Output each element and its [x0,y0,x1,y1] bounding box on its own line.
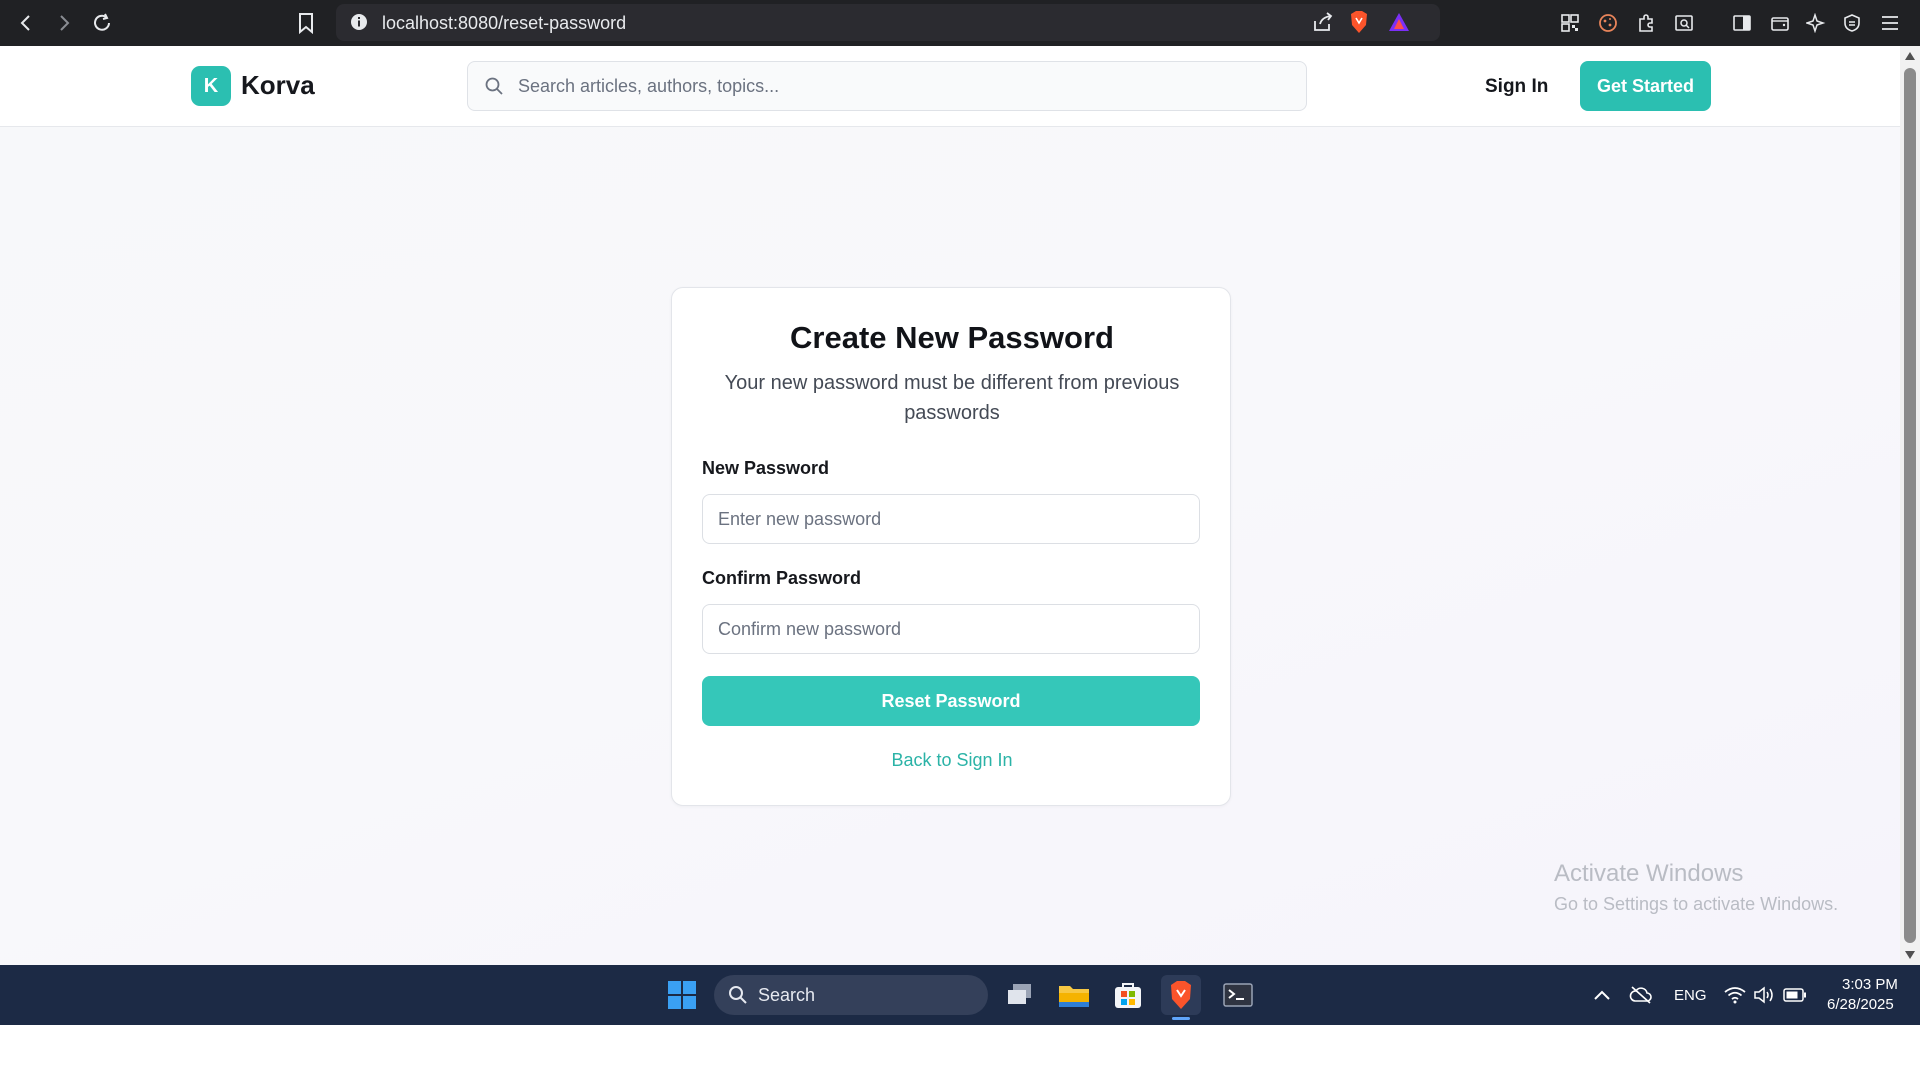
logo-badge[interactable]: K [191,66,231,106]
activation-watermark-title: Activate Windows [1554,860,1744,887]
scroll-down-icon[interactable] [1905,951,1915,959]
taskbar-search[interactable]: Search [714,975,988,1015]
wallet-icon[interactable] [1766,9,1794,37]
forward-icon[interactable] [46,5,82,41]
sidebar-icon[interactable] [1728,9,1756,37]
show-hidden-icons-icon[interactable] [1582,975,1622,1015]
page-title: Create New Password [790,320,1114,355]
address-bar[interactable]: localhost:8080/reset-password [336,4,1440,41]
terminal-icon[interactable] [1218,975,1258,1015]
vpn-shield-icon[interactable] [1838,9,1866,37]
site-search [467,61,1307,111]
battery-icon[interactable] [1775,975,1815,1015]
url-text[interactable]: localhost:8080/reset-password [382,13,626,34]
active-app-indicator [1172,1017,1190,1020]
taskbar-search-label: Search [758,985,816,1005]
language-indicator[interactable]: ENG [1674,987,1707,1004]
leo-ai-icon[interactable] [1802,9,1830,37]
activation-watermark-subtitle: Go to Settings to activate Windows. [1554,894,1839,914]
clock-date[interactable]: 6/28/2025 [1827,996,1894,1013]
logo-text[interactable]: Korva [241,70,315,101]
brave-browser-taskbar-icon[interactable] [1161,975,1201,1015]
windows-start-icon[interactable] [662,975,702,1015]
search-input[interactable] [518,62,1298,110]
new-password-label: New Password [702,458,830,478]
extensions-icon[interactable] [1632,9,1660,37]
new-password-field[interactable] [702,494,1200,544]
page-scrollbar[interactable] [1900,46,1920,965]
search-icon [484,76,504,101]
back-to-sign-in-link[interactable]: Back to Sign In [672,750,1232,771]
page-search-icon[interactable] [1670,9,1698,37]
taskbar: Search ENG 3:03 PM 6/28/2025 [0,965,1920,1025]
reload-icon[interactable] [84,5,120,41]
confirm-password-field[interactable] [702,604,1200,654]
cookie-icon[interactable] [1594,9,1622,37]
taskbar-search-icon [729,986,747,1004]
bookmark-icon[interactable] [288,5,324,41]
brave-rewards-icon[interactable] [1388,12,1410,37]
task-view-icon[interactable] [1000,975,1040,1015]
confirm-password-label: Confirm Password [702,568,862,588]
scroll-thumb[interactable] [1904,68,1916,943]
microsoft-store-icon[interactable] [1108,975,1148,1015]
clock-time[interactable]: 3:03 PM [1842,976,1898,993]
page-subtitle: Your new password must be different from… [724,372,1180,424]
site-header: K Korva Sign In Get Started [0,46,1900,127]
qr-code-icon[interactable] [1556,9,1584,37]
menu-icon[interactable] [1876,9,1904,37]
scroll-up-icon[interactable] [1905,52,1915,60]
screen-bottom-area [0,1025,1920,1080]
file-explorer-icon[interactable] [1054,975,1094,1015]
reset-password-card: Create New Password Your new password mu… [671,287,1231,806]
page-viewport: K Korva Sign In Get Started Create New P… [0,46,1900,965]
share-icon[interactable] [1312,12,1334,37]
sign-in-link[interactable]: Sign In [1485,76,1548,98]
browser-toolbar: localhost:8080/reset-password [0,0,1920,46]
back-icon[interactable] [8,5,44,41]
brave-shield-icon[interactable] [1348,10,1370,39]
get-started-button[interactable]: Get Started [1580,61,1711,111]
site-info-icon[interactable] [350,13,368,36]
onedrive-offline-icon[interactable] [1621,975,1661,1015]
reset-password-button[interactable]: Reset Password [702,676,1200,726]
